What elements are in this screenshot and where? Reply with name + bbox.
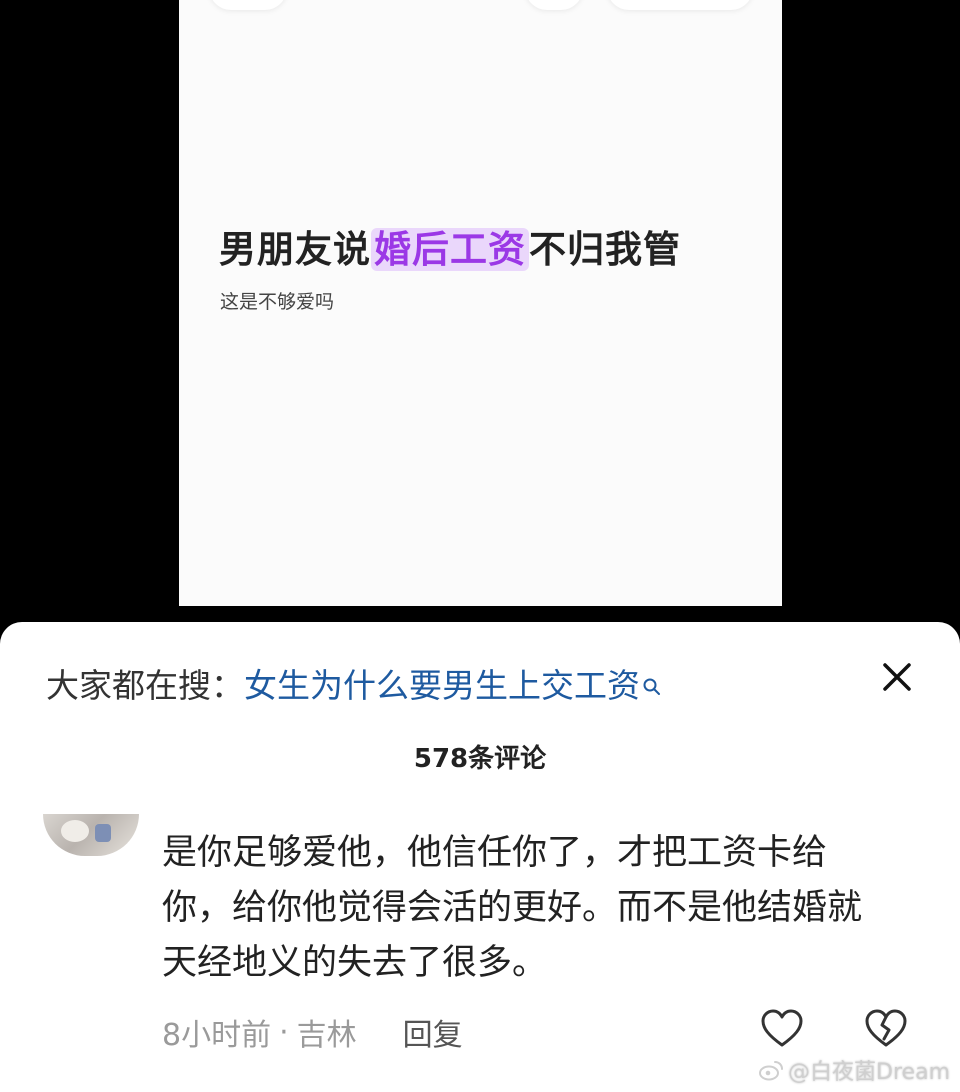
weibo-icon xyxy=(759,1061,784,1081)
search-icon xyxy=(642,666,662,695)
top-control-right[interactable] xyxy=(607,0,753,10)
watermark-text: @白夜菌Dream xyxy=(788,1060,950,1085)
card-title-start: 男朋友说 xyxy=(219,228,371,271)
card-title-end: 不归我管 xyxy=(529,228,681,271)
app-screen: 男朋友说婚后工资不归我管 这是不够爱吗 大家都在搜： 女生为什么要男生上交工资 … xyxy=(0,0,960,1092)
comment-text: 是你足够爱他，他信任你了，才把工资卡给你，给你他觉得会活的更好。而不是他结婚就天… xyxy=(162,833,863,983)
comment-time: 8小时前 xyxy=(162,1018,272,1053)
meta-separator: · xyxy=(279,1014,289,1050)
comment-sheet: 大家都在搜： 女生为什么要男生上交工资 578条评论 是你足够爱他，他信任你了，… xyxy=(0,622,960,1092)
watermark: @白夜菌Dream xyxy=(758,1054,950,1086)
search-suggestion-link[interactable]: 女生为什么要男生上交工资 xyxy=(244,659,640,707)
reply-button[interactable]: 回复 xyxy=(403,1010,463,1054)
heart-icon[interactable] xyxy=(760,1008,804,1050)
search-suggestion[interactable]: 大家都在搜： 女生为什么要男生上交工资 xyxy=(46,658,662,708)
video-card[interactable]: 男朋友说婚后工资不归我管 这是不够爱吗 xyxy=(179,0,782,606)
avatar[interactable] xyxy=(43,814,139,856)
search-suggestion-prefix: 大家都在搜： xyxy=(46,666,244,705)
comment-location: 吉林 xyxy=(296,1018,357,1053)
card-subtitle: 这是不够爱吗 xyxy=(220,291,335,313)
card-title: 男朋友说婚后工资不归我管 xyxy=(219,219,681,273)
comment-count: 578条评论 xyxy=(413,744,547,774)
close-icon[interactable] xyxy=(880,660,914,694)
comment-meta: 8小时前 · 吉林 回复 xyxy=(162,1010,463,1054)
broken-heart-icon[interactable] xyxy=(864,1008,908,1050)
card-title-highlight: 婚后工资 xyxy=(371,228,529,271)
top-control-middle[interactable] xyxy=(525,0,583,10)
top-control-left[interactable] xyxy=(209,0,287,10)
